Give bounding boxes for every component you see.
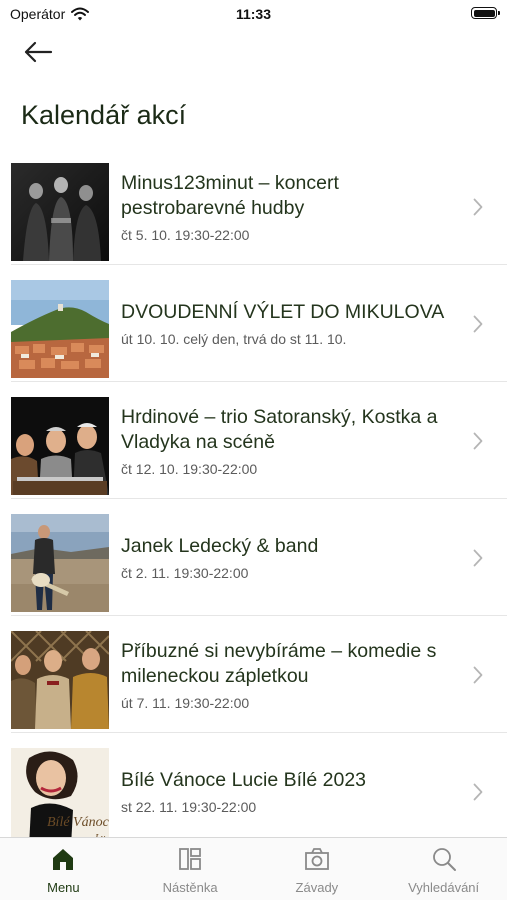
event-text: Příbuzné si nevybíráme – komedie s milen… [121, 616, 467, 733]
chevron-right-icon [473, 315, 483, 332]
back-button[interactable] [20, 38, 56, 66]
event-thumbnail [11, 280, 109, 378]
tab-search[interactable]: Vyhledávání [380, 838, 507, 900]
event-title: DVOUDENNÍ VÝLET DO MIKULOVA [121, 301, 445, 323]
event-date: čt 12. 10. 19:30-22:00 [121, 460, 258, 477]
event-text: Janek Ledecký & band čt 2. 11. 19:30-22:… [121, 499, 467, 616]
singer-photo: Bílé Vánoce Lu [11, 748, 109, 846]
comedy-photo [11, 631, 109, 729]
event-title: Minus123minut – koncert pestrobarevné hu… [121, 171, 339, 219]
band-photo [11, 163, 109, 261]
event-title: Hrdinové – trio Satoranský, Kostka a Vla… [121, 405, 438, 453]
event-item[interactable]: Minus123minut – koncert pestrobarevné hu… [0, 148, 507, 265]
status-bar: Operátor 11:33 [0, 0, 507, 30]
event-title: Příbuzné si nevybíráme – komedie s milen… [121, 639, 437, 687]
chevron-right-icon [473, 666, 483, 683]
event-thumbnail: Bílé Vánoce Lu [11, 748, 109, 846]
arrow-left-icon [24, 41, 53, 63]
search-icon [432, 848, 456, 871]
battery-icon [471, 7, 500, 19]
event-item[interactable]: DVOUDENNÍ VÝLET DO MIKULOVA út 10. 10. c… [0, 265, 507, 382]
event-list: Minus123minut – koncert pestrobarevné hu… [0, 148, 507, 850]
tab-bar: Menu Nástěnka Závady Vyhledávání [0, 837, 507, 900]
event-item[interactable]: Janek Ledecký & band čt 2. 11. 19:30-22:… [0, 499, 507, 616]
event-date: st 22. 11. 19:30-22:00 [121, 799, 257, 815]
event-thumbnail [11, 163, 109, 261]
event-text: DVOUDENNÍ VÝLET DO MIKULOVA út 10. 10. c… [121, 265, 467, 382]
page-title: Kalendář akcí [21, 100, 187, 130]
event-thumbnail [11, 514, 109, 612]
event-thumbnail [11, 397, 109, 495]
poster-text: Bílé Vánoce [47, 815, 109, 830]
camera-icon [304, 848, 329, 870]
event-item[interactable]: Hrdinové – trio Satoranský, Kostka a Vla… [0, 382, 507, 499]
chevron-right-icon [473, 432, 483, 449]
tab-label: Vyhledávání [408, 880, 480, 895]
event-date: út 10. 10. celý den, trvá do st 11. 10. [121, 331, 347, 347]
event-date: čt 5. 10. 19:30-22:00 [121, 226, 250, 243]
tab-board[interactable]: Nástěnka [127, 838, 254, 900]
tab-label: Závady [295, 880, 339, 895]
tab-menu[interactable]: Menu [0, 838, 127, 900]
clock: 11:33 [235, 6, 272, 22]
town-photo [11, 280, 109, 378]
tab-label: Nástěnka [162, 880, 218, 895]
chevron-right-icon [473, 198, 483, 215]
event-text: Hrdinové – trio Satoranský, Kostka a Vla… [121, 382, 467, 499]
event-item[interactable]: Příbuzné si nevybíráme – komedie s milen… [0, 616, 507, 733]
board-icon [179, 848, 202, 870]
event-text: Minus123minut – koncert pestrobarevné hu… [121, 148, 467, 265]
event-thumbnail [11, 631, 109, 729]
tab-label: Menu [47, 880, 80, 895]
home-icon [53, 849, 74, 870]
actors-photo [11, 397, 109, 495]
event-item[interactable]: Bílé Vánoce Lu Bílé Vánoce Lucie Bílé 20… [0, 733, 507, 850]
event-date: čt 2. 11. 19:30-22:00 [121, 565, 249, 581]
tab-defects[interactable]: Závady [254, 838, 381, 900]
event-title: Bílé Vánoce Lucie Bílé 2023 [121, 769, 367, 791]
chevron-right-icon [473, 549, 483, 566]
musician-photo [11, 514, 109, 612]
chevron-right-icon [473, 783, 483, 800]
event-text: Bílé Vánoce Lucie Bílé 2023 st 22. 11. 1… [121, 733, 467, 850]
event-date: út 7. 11. 19:30-22:00 [121, 694, 250, 711]
event-title: Janek Ledecký & band [121, 535, 319, 557]
